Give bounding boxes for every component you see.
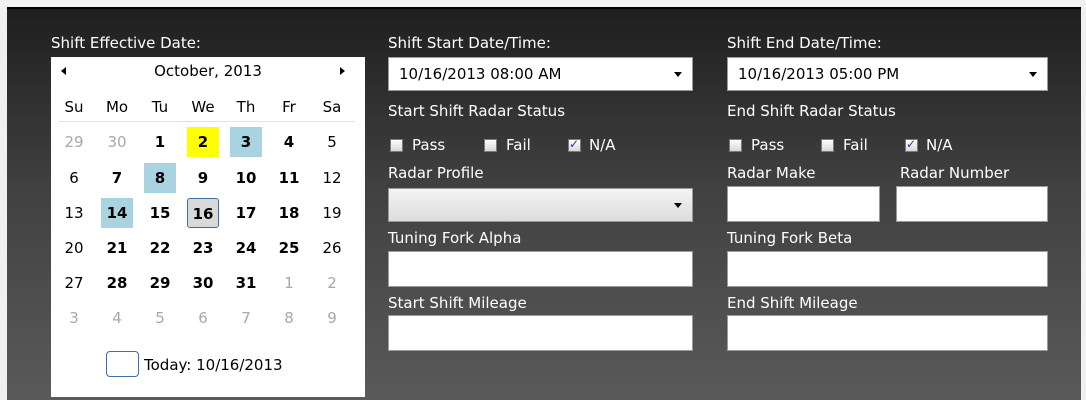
calendar-day[interactable]: 15 — [144, 198, 176, 228]
calendar-day[interactable]: 7 — [101, 163, 133, 193]
calendar-day[interactable]: 9 — [316, 303, 348, 333]
day-header: Sa — [322, 98, 342, 116]
tuning-fork-beta-label: Tuning Fork Beta — [727, 229, 853, 247]
start-fail-label: Fail — [506, 136, 531, 154]
chevron-down-icon — [1029, 72, 1037, 77]
end-fail-checkbox[interactable] — [821, 139, 834, 152]
radar-make-label: Radar Make — [727, 164, 816, 182]
calendar-day-selected[interactable]: 14 — [101, 198, 133, 228]
day-header: Mo — [105, 98, 129, 116]
radar-number-label: Radar Number — [900, 164, 1010, 182]
start-na-checkbox[interactable] — [568, 137, 581, 152]
next-month-icon[interactable] — [340, 67, 345, 75]
radar-profile-label: Radar Profile — [388, 164, 484, 182]
start-fail-checkbox[interactable] — [484, 139, 497, 152]
radar-make-input[interactable] — [727, 186, 880, 222]
calendar-day[interactable]: 11 — [273, 163, 305, 193]
tuning-fork-alpha-label: Tuning Fork Alpha — [388, 229, 522, 247]
radar-profile-combo[interactable] — [388, 188, 693, 222]
chevron-down-icon — [674, 72, 682, 77]
calendar-day[interactable]: 20 — [58, 233, 90, 263]
shift-effective-date-label: Shift Effective Date: — [51, 34, 201, 52]
calendar-day[interactable]: 30 — [187, 268, 219, 298]
calendar-day-selected[interactable]: 8 — [144, 163, 176, 193]
day-header: Su — [64, 98, 84, 116]
calendar-day[interactable]: 27 — [58, 268, 90, 298]
calendar-day[interactable]: 19 — [316, 198, 348, 228]
start-radar-status-label: Start Shift Radar Status — [388, 102, 566, 120]
tuning-fork-beta-input[interactable] — [727, 251, 1048, 287]
calendar-day[interactable]: 6 — [187, 303, 219, 333]
day-header: Th — [236, 98, 256, 116]
day-header: Fr — [282, 98, 296, 116]
calendar-day[interactable]: 24 — [230, 233, 262, 263]
end-fail-label: Fail — [843, 136, 868, 154]
calendar-day[interactable]: 2 — [316, 268, 348, 298]
calendar-day[interactable]: 31 — [230, 268, 262, 298]
calendar-day[interactable]: 7 — [230, 303, 262, 333]
calendar-day[interactable]: 25 — [273, 233, 305, 263]
calendar-divider — [59, 121, 355, 122]
calendar-day[interactable]: 21 — [101, 233, 133, 263]
tuning-fork-alpha-input[interactable] — [388, 251, 693, 287]
calendar-day[interactable]: 5 — [144, 303, 176, 333]
calendar-day[interactable]: 29 — [144, 268, 176, 298]
chevron-down-icon — [674, 203, 682, 208]
calendar-day[interactable]: 17 — [230, 198, 262, 228]
calendar-day[interactable]: 28 — [101, 268, 133, 298]
shift-end-datetime-combo[interactable]: 10/16/2013 05:00 PM — [727, 57, 1048, 91]
start-shift-mileage-input[interactable] — [388, 315, 693, 351]
calendar-month-label[interactable]: October, 2013 — [51, 61, 365, 81]
start-na-label: N/A — [589, 136, 616, 154]
shift-end-datetime-value: 10/16/2013 05:00 PM — [738, 65, 900, 83]
calendar-day[interactable]: 22 — [144, 233, 176, 263]
calendar-day[interactable]: 10 — [230, 163, 262, 193]
calendar-day[interactable]: 3 — [58, 303, 90, 333]
end-na-label: N/A — [926, 136, 953, 154]
calendar-day[interactable]: 1 — [273, 268, 305, 298]
day-header: Tu — [151, 98, 169, 116]
shift-start-datetime-combo[interactable]: 10/16/2013 08:00 AM — [388, 57, 693, 91]
radar-number-input[interactable] — [896, 186, 1048, 222]
calendar-day-today[interactable]: 16 — [187, 198, 219, 228]
calendar-day[interactable]: 5 — [316, 127, 348, 157]
end-shift-mileage-input[interactable] — [727, 315, 1048, 351]
today-label: Today: 10/16/2013 — [144, 356, 283, 374]
start-pass-label: Pass — [412, 136, 446, 154]
shift-effective-date-calendar: October, 2013 Su Mo Tu We Th Fr Sa 29 30… — [51, 57, 365, 397]
day-header: We — [191, 98, 215, 116]
calendar-day[interactable]: 12 — [316, 163, 348, 193]
calendar-day[interactable]: 18 — [273, 198, 305, 228]
calendar-day[interactable]: 9 — [187, 163, 219, 193]
calendar-day[interactable]: 8 — [273, 303, 305, 333]
end-radar-status-label: End Shift Radar Status — [727, 102, 896, 120]
shift-start-datetime-label: Shift Start Date/Time: — [388, 34, 551, 52]
calendar-day[interactable]: 4 — [101, 303, 133, 333]
calendar-day[interactable]: 23 — [187, 233, 219, 263]
calendar-day[interactable]: 4 — [273, 127, 305, 157]
calendar-day-highlighted[interactable]: 2 — [187, 127, 219, 157]
shift-start-datetime-value: 10/16/2013 08:00 AM — [399, 65, 562, 83]
end-na-checkbox[interactable] — [905, 137, 918, 152]
end-shift-mileage-label: End Shift Mileage — [727, 294, 858, 312]
calendar-day[interactable]: 26 — [316, 233, 348, 263]
end-pass-checkbox[interactable] — [729, 139, 742, 152]
start-pass-checkbox[interactable] — [390, 139, 403, 152]
calendar-day[interactable]: 30 — [101, 127, 133, 157]
calendar-day[interactable]: 6 — [58, 163, 90, 193]
calendar-day-selected[interactable]: 3 — [230, 127, 262, 157]
end-pass-label: Pass — [751, 136, 785, 154]
calendar-day[interactable]: 29 — [58, 127, 90, 157]
today-indicator — [106, 351, 139, 377]
shift-form-panel: Shift Effective Date: October, 2013 Su M… — [7, 7, 1081, 400]
shift-end-datetime-label: Shift End Date/Time: — [727, 34, 882, 52]
calendar-day[interactable]: 13 — [58, 198, 90, 228]
calendar-day[interactable]: 1 — [144, 127, 176, 157]
start-shift-mileage-label: Start Shift Mileage — [388, 294, 527, 312]
